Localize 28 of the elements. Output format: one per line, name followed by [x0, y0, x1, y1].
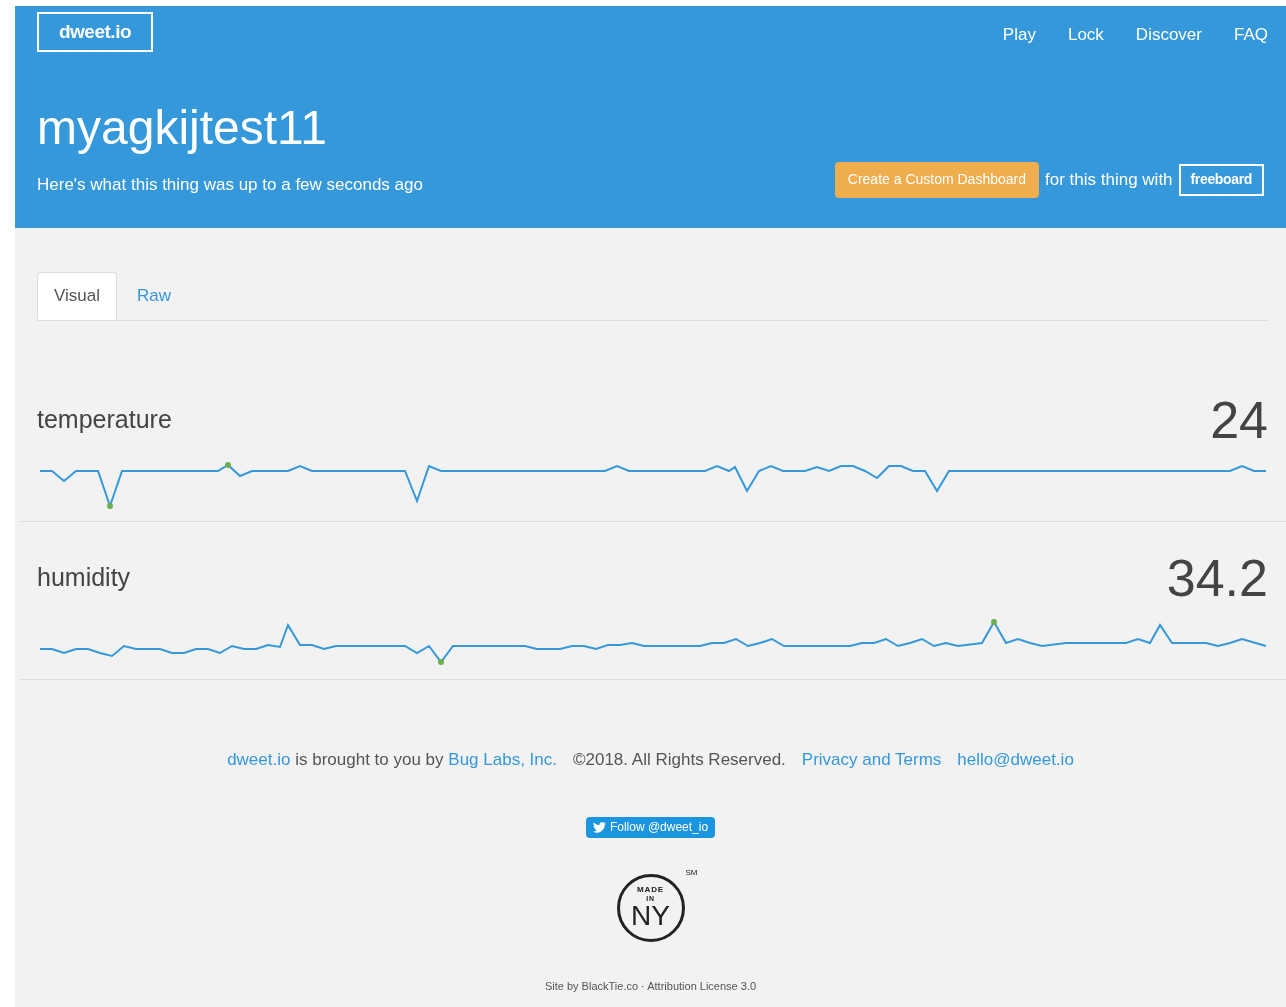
footer-link[interactable]: hello@dweet.io: [957, 747, 1074, 773]
nav-link[interactable]: Discover: [1135, 22, 1202, 48]
nav-link[interactable]: FAQ: [1234, 22, 1268, 48]
with-text: for this thing with: [1045, 168, 1173, 191]
tab[interactable]: Visual: [37, 272, 117, 320]
credit-link[interactable]: Bug Labs, Inc.: [448, 750, 557, 769]
page-subtitle: Here's what this thing was up to a few seconds ago: [37, 174, 423, 196]
metric-value: 34.2: [1166, 551, 1268, 604]
freeboard-button[interactable]: freeboard: [1178, 163, 1264, 196]
site-credit: Site by BlackTie.co · Attribution License 3.0: [544, 978, 757, 994]
follow-button[interactable]: Follow @dweet_io: [585, 816, 716, 838]
nav-link[interactable]: Lock: [1067, 22, 1104, 48]
metric-name: temperature: [37, 403, 172, 435]
metric-value: 24: [1210, 393, 1268, 446]
tab[interactable]: Raw: [117, 272, 191, 320]
footer-link[interactable]: Privacy and Terms: [801, 747, 942, 773]
credit-link[interactable]: dweet.io: [227, 750, 291, 769]
nav-link[interactable]: Play: [1002, 22, 1036, 48]
metric-name: humidity: [37, 561, 131, 593]
page-title: myagkijtest11: [37, 104, 328, 152]
badge-top-text: MADE: [637, 885, 664, 894]
badge-bottom-text: NY: [631, 901, 670, 930]
bird-icon: [592, 821, 606, 833]
badge-mark-text: SM: [685, 868, 698, 877]
credit-text: dweet.io is brought to you by Bug Labs, Inc.: [227, 749, 557, 771]
logo[interactable]: dweet.io: [37, 12, 153, 52]
copyright-text: ©2018. All Rights Reserved.: [573, 749, 786, 771]
dashboard-button[interactable]: Create a Custom Dashboard: [834, 161, 1039, 198]
